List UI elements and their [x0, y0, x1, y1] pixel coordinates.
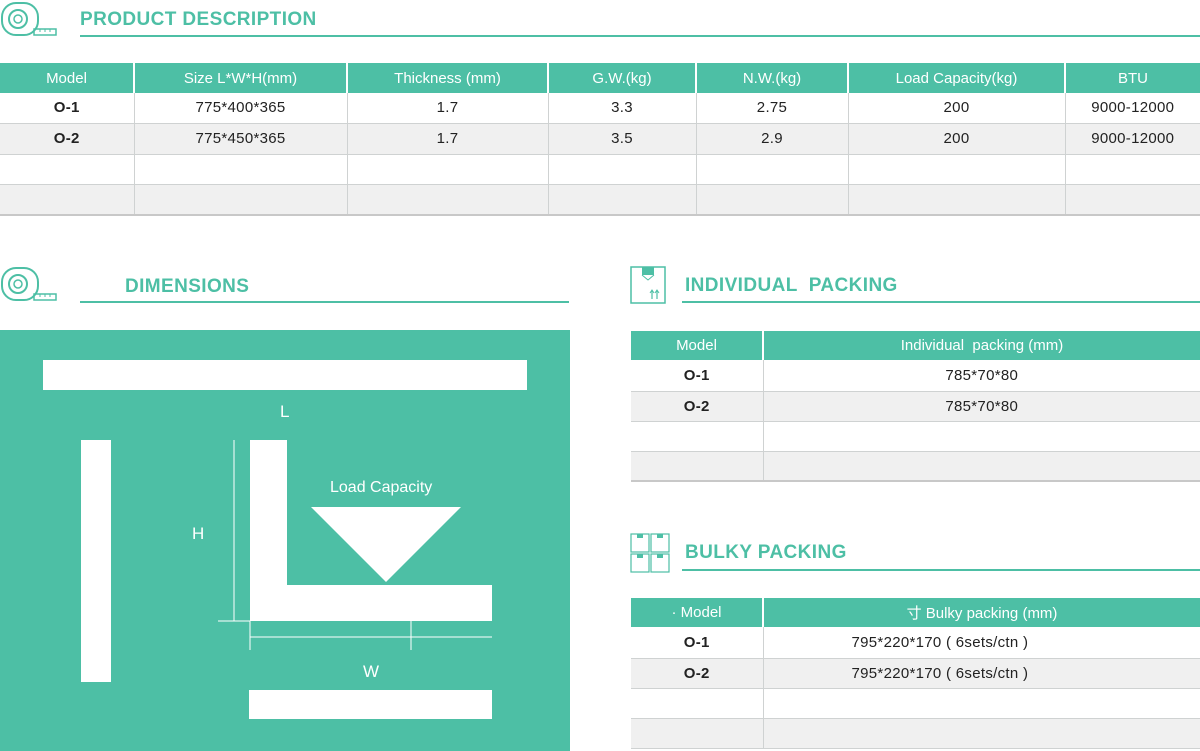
table-cell: 785*70*80 [763, 391, 1200, 422]
product-description-table: Model Size L*W*H(mm) Thickness (mm) G.W.… [0, 63, 1200, 216]
table-cell [631, 718, 764, 749]
table-cell [631, 688, 764, 719]
individual-packing-divider [682, 301, 1200, 303]
table-cell: 9000-12000 [1065, 123, 1200, 155]
load-capacity-arrow [218, 440, 492, 650]
table-cell [631, 421, 764, 452]
table-cell [548, 184, 697, 216]
table-cell: 200 [848, 93, 1066, 124]
column-header: Model [0, 63, 135, 93]
column-header: G.W.(kg) [548, 63, 697, 93]
column-header: Thickness (mm) [347, 63, 549, 93]
table-cell: 9000-12000 [1065, 93, 1200, 124]
table-cell [696, 184, 849, 216]
table-cell: O-1 [0, 93, 135, 124]
table-cell [763, 718, 1200, 749]
table-cell: 795*220*170 ( 6sets/ctn ) [763, 658, 1200, 689]
column-header: BTU [1065, 63, 1200, 93]
table-row [0, 154, 1200, 185]
column-header: Load Capacity(kg) [848, 63, 1066, 93]
table-cell [1065, 154, 1200, 185]
table-row [0, 184, 1200, 216]
table-cell [0, 184, 135, 216]
table-cell [134, 154, 348, 185]
table-cell: 2.75 [696, 93, 849, 124]
table-cell [696, 154, 849, 185]
table-row: O-1 795*220*170 ( 6sets/ctn ) [631, 627, 1200, 659]
table-cell: 1.7 [347, 93, 549, 124]
product-description-divider [80, 35, 1200, 37]
table-row: O-2 775*450*365 1.7 3.5 2.9 200 9000-120… [0, 123, 1200, 155]
product-description-title: PRODUCT DESCRIPTION [80, 9, 317, 30]
table-row [631, 718, 1200, 749]
table-cell: 3.3 [548, 93, 697, 124]
table-cell [631, 451, 764, 482]
dimensions-title: DIMENSIONS [125, 276, 250, 297]
bulky-packing-title: BULKY PACKING [685, 542, 847, 563]
column-header: Individual packing (mm) [763, 331, 1200, 360]
table-cell: 1.7 [347, 123, 549, 155]
table-cell: O-1 [631, 627, 764, 659]
table-row [631, 421, 1200, 452]
column-header: Model [631, 331, 764, 360]
table-cell [763, 688, 1200, 719]
table-cell: 775*450*365 [134, 123, 348, 155]
tape-measure-icon [0, 0, 60, 40]
table-cell [763, 451, 1200, 482]
table-cell: 795*220*170 ( 6sets/ctn ) [763, 627, 1200, 659]
table-cell [848, 184, 1066, 216]
table-cell: 3.5 [548, 123, 697, 155]
load-capacity-label: Load Capacity [330, 479, 433, 496]
column-header: N.W.(kg) [696, 63, 849, 93]
table-header-row: · Model 寸 Bulky packing (mm) [631, 598, 1200, 627]
column-header: Size L*W*H(mm) [134, 63, 348, 93]
table-cell: 2.9 [696, 123, 849, 155]
tape-measure-icon [0, 265, 60, 305]
individual-packing-title: INDIVIDUAL PACKING [685, 275, 898, 296]
table-row [631, 688, 1200, 719]
table-row [631, 451, 1200, 482]
dimensions-diagram: L H W Load Capacity [0, 330, 570, 751]
length-label: L [280, 402, 290, 421]
table-cell [347, 184, 549, 216]
table-cell: O-1 [631, 360, 764, 392]
table-cell: 775*400*365 [134, 93, 348, 124]
table-cell [763, 421, 1200, 452]
column-header: · Model [631, 598, 764, 627]
table-cell [1065, 184, 1200, 216]
bulky-packing-divider [682, 569, 1200, 571]
table-row: O-2 795*220*170 ( 6sets/ctn ) [631, 658, 1200, 689]
table-cell: O-2 [631, 658, 764, 689]
table-cell [134, 184, 348, 216]
table-cell [548, 154, 697, 185]
carton-box-icon [630, 266, 666, 304]
table-header-row: Model Size L*W*H(mm) Thickness (mm) G.W.… [0, 63, 1200, 93]
bulky-packing-table: · Model 寸 Bulky packing (mm) O-1 795*220… [631, 598, 1200, 749]
table-cell [0, 154, 135, 185]
table-row: O-1 785*70*80 [631, 360, 1200, 392]
table-row: O-1 775*400*365 1.7 3.3 2.75 200 9000-12… [0, 93, 1200, 124]
table-cell [848, 154, 1066, 185]
dimensions-divider [80, 301, 569, 303]
width-label: W [363, 662, 380, 681]
carton-stack-icon [630, 533, 670, 573]
table-cell: O-2 [631, 391, 764, 422]
column-header: 寸 Bulky packing (mm) [763, 598, 1200, 627]
table-header-row: Model Individual packing (mm) [631, 331, 1200, 360]
table-cell: 785*70*80 [763, 360, 1200, 392]
height-label: H [192, 524, 205, 543]
table-cell: O-2 [0, 123, 135, 155]
table-cell: 200 [848, 123, 1066, 155]
table-cell [347, 154, 549, 185]
table-row: O-2 785*70*80 [631, 391, 1200, 422]
individual-packing-table: Model Individual packing (mm) O-1 785*70… [631, 331, 1200, 482]
